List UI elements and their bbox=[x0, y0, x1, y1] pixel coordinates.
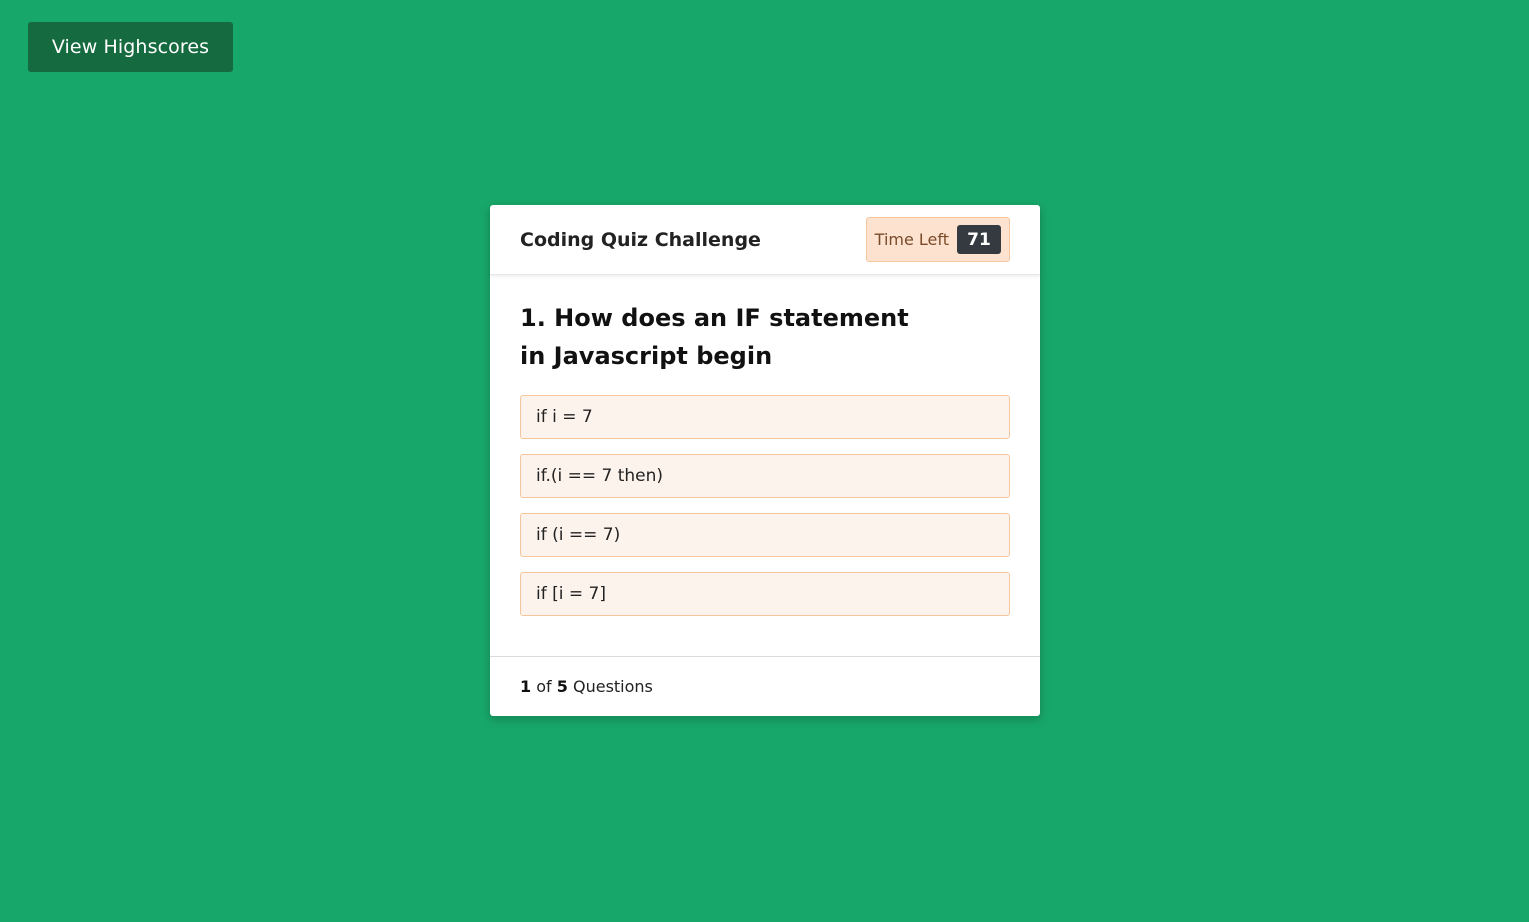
current-question-number: 1 bbox=[520, 677, 532, 696]
timer-badge: Time Left 71 bbox=[865, 217, 1010, 262]
answer-list: if i = 7 if.(i == 7 then) if (i == 7) if… bbox=[520, 395, 1010, 616]
quiz-title: Coding Quiz Challenge bbox=[520, 228, 761, 251]
question-text: 1. How does an IF statement in Javascrip… bbox=[520, 304, 909, 370]
answer-option-1[interactable]: if i = 7 bbox=[520, 395, 1010, 439]
progress-of-word: of bbox=[536, 677, 552, 696]
quiz-card: Coding Quiz Challenge Time Left 71 1. Ho… bbox=[490, 205, 1040, 716]
question-progress: 1 of 5 Questions bbox=[490, 656, 1040, 716]
answer-option-2[interactable]: if.(i == 7 then) bbox=[520, 454, 1010, 498]
answer-option-4[interactable]: if [i = 7] bbox=[520, 572, 1010, 616]
quiz-card-header: Coding Quiz Challenge Time Left 71 bbox=[490, 205, 1040, 275]
answer-option-3[interactable]: if (i == 7) bbox=[520, 513, 1010, 557]
view-highscores-button[interactable]: View Highscores bbox=[28, 22, 233, 72]
total-question-count: 5 bbox=[556, 677, 568, 696]
quiz-card-body: 1. How does an IF statement in Javascrip… bbox=[490, 275, 1040, 616]
timer-label: Time Left bbox=[874, 230, 949, 249]
progress-suffix: Questions bbox=[572, 677, 653, 696]
timer-value: 71 bbox=[957, 225, 1001, 254]
